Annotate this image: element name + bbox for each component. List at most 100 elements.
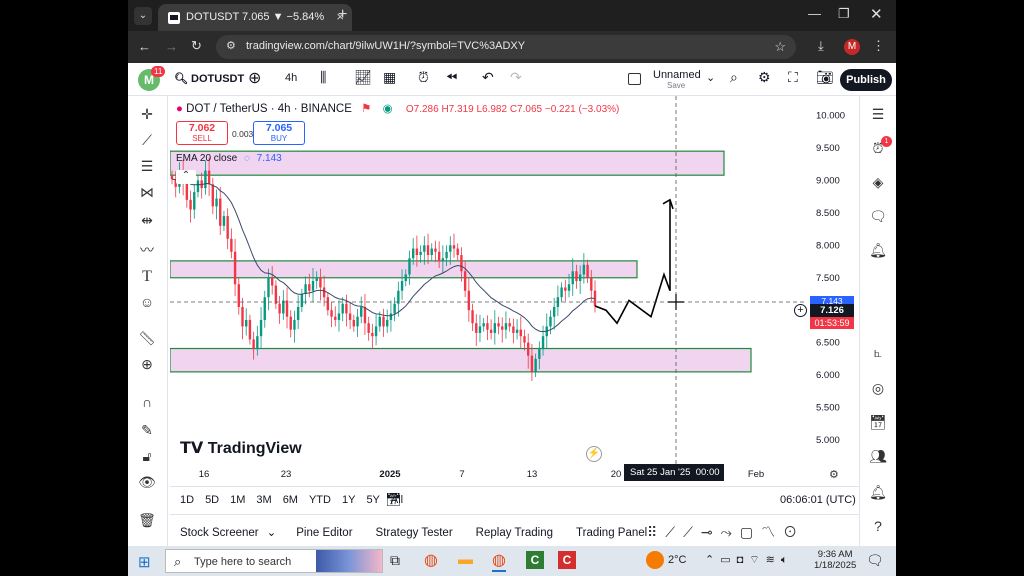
layout-dropdown-icon[interactable]: ⌄: [706, 71, 715, 84]
network-icon[interactable]: ⌔: [749, 554, 765, 566]
bell-icon[interactable]: 🔔︎: [867, 484, 889, 504]
stay-in-drawing-mode-icon[interactable]: ✎: [136, 422, 158, 442]
quick-search-icon[interactable]: ⌕: [730, 69, 738, 86]
panel-tab-stock-screener[interactable]: Stock Screener: [180, 527, 259, 539]
horizontal-line-icon[interactable]: ⊸: [701, 524, 721, 540]
new-tab-icon[interactable]: +: [338, 6, 347, 24]
ray-tool-icon[interactable]: ⟋: [683, 524, 701, 540]
chrome-active-taskbar-icon[interactable]: ◍: [492, 550, 506, 572]
calendar-icon[interactable]: 📅︎: [867, 414, 889, 434]
profile-avatar[interactable]: M: [844, 39, 860, 55]
windows-start-icon[interactable]: ⊞: [138, 553, 151, 571]
range-button-1y[interactable]: 1Y: [342, 494, 355, 506]
taskbar-clock[interactable]: 9:36 AM 1/18/2025: [814, 549, 856, 571]
address-bar[interactable]: ⚙ tradingview.com/chart/9ilwUW1H/?symbol…: [216, 35, 796, 59]
utc-clock[interactable]: 06:06:01 (UTC): [780, 494, 856, 506]
snapshot-camera-icon[interactable]: 📷︎: [816, 69, 834, 86]
download-icon[interactable]: ⤓: [818, 38, 824, 54]
fullscreen-icon[interactable]: ⛶: [788, 69, 798, 86]
forward-icon[interactable]: →: [165, 39, 178, 54]
camtasia-green-icon[interactable]: C: [526, 551, 544, 569]
browser-tab[interactable]: DOTUSDT 7.065 ▼ −5.84% Unn ×: [158, 4, 352, 31]
prediction-tool-icon[interactable]: ⇹: [136, 212, 158, 232]
volume-icon[interactable]: 🔈︎: [781, 554, 794, 566]
panel-tab-trading-panel[interactable]: Trading Panel: [576, 527, 647, 539]
chart-pane[interactable]: 10.0009.5009.0008.5008.0007.5007.0006.50…: [170, 96, 859, 486]
symbol-search-button[interactable]: 🔍︎ DOTUSDT: [174, 72, 244, 85]
chart-settings-gear-icon[interactable]: ⚙: [829, 468, 839, 481]
reload-icon[interactable]: ↻: [191, 38, 202, 54]
hide-drawings-eye-icon[interactable]: 👁︎: [136, 474, 158, 494]
path-tool-icon[interactable]: ⤳: [721, 524, 740, 540]
range-button-1m[interactable]: 1M: [230, 494, 245, 506]
window-close-icon[interactable]: ✕: [870, 5, 883, 23]
range-button-1d[interactable]: 1D: [180, 494, 194, 506]
zoom-in-icon[interactable]: ⊕: [136, 356, 158, 376]
minimize-icon[interactable]: —: [808, 6, 821, 21]
task-view-icon[interactable]: ⧉: [390, 552, 400, 569]
trend-line-icon[interactable]: ⟋: [136, 132, 158, 152]
collapse-legend-chevron-up-icon[interactable]: ⌃: [176, 170, 196, 184]
ruler-icon[interactable]: 📏︎: [136, 330, 158, 350]
polyline-tool-icon[interactable]: 〽: [761, 524, 783, 540]
brush-tool-icon[interactable]: 〰: [136, 240, 158, 260]
action-center-icon[interactable]: 🗨︎: [866, 552, 884, 569]
layout-name-button[interactable]: Unnamed Save: [653, 69, 701, 90]
range-button-5d[interactable]: 5D: [205, 494, 219, 506]
bookmark-star-icon[interactable]: ☆: [774, 39, 786, 55]
camtasia-red-icon[interactable]: C: [558, 551, 576, 569]
lightning-icon[interactable]: ⚡: [586, 446, 602, 462]
tray-chevron-up-icon[interactable]: ⌃: [705, 554, 720, 566]
chrome-taskbar-icon[interactable]: ◍: [424, 550, 438, 570]
compare-symbol-icon[interactable]: ⊕: [248, 68, 261, 88]
notifications-bell-icon[interactable]: 🔔︎: [867, 242, 889, 262]
wifi-icon[interactable]: ≋: [766, 554, 781, 566]
templates-icon[interactable]: ▦: [383, 69, 396, 86]
replay-icon[interactable]: ⏪︎: [446, 69, 457, 86]
drag-handle-icon[interactable]: ⠿: [647, 524, 665, 540]
panel-tab-pine-editor[interactable]: Pine Editor: [296, 527, 352, 539]
alert-icon[interactable]: ⏰︎: [418, 69, 429, 86]
indicator-legend[interactable]: EMA 20 close ◌ 7.143: [176, 153, 282, 164]
redo-icon[interactable]: ↷: [510, 69, 522, 86]
text-tool-icon[interactable]: T: [136, 268, 158, 288]
indicators-icon[interactable]: 📈︎: [354, 69, 372, 86]
maximize-icon[interactable]: ❐: [838, 6, 850, 22]
publish-button[interactable]: Publish: [840, 69, 892, 91]
taskbar-search-box[interactable]: ⌕ Type here to search: [165, 549, 383, 573]
battery-icon[interactable]: ▭: [720, 554, 736, 566]
rectangle-tool-icon[interactable]: ▢: [740, 524, 761, 540]
remove-drawings-trash-icon[interactable]: 🗑︎: [136, 512, 158, 532]
back-icon[interactable]: ←: [138, 39, 151, 54]
symbol-legend[interactable]: ● DOT / TetherUS · 4h · BINANCE ⚑ ◉ O7.2…: [176, 101, 619, 115]
interval-button[interactable]: 4h: [285, 72, 297, 84]
help-icon[interactable]: ?: [867, 518, 889, 538]
undo-icon[interactable]: ↶: [482, 69, 494, 86]
range-button-6m[interactable]: 6M: [283, 494, 298, 506]
community-icon[interactable]: 👥︎: [867, 448, 889, 468]
panel-tab-replay-trading[interactable]: Replay Trading: [476, 527, 553, 539]
date-range-calendar-icon[interactable]: 📅︎: [385, 492, 402, 508]
pattern-icon[interactable]: ⦜: [867, 344, 889, 364]
range-button-3m[interactable]: 3M: [256, 494, 271, 506]
settings-gear-icon[interactable]: ⚙: [758, 69, 771, 86]
magnet-icon[interactable]: ∩: [136, 394, 158, 414]
layout-checkbox-icon[interactable]: [628, 73, 641, 85]
target-icon[interactable]: ◎: [867, 380, 889, 400]
layers-icon[interactable]: ◈: [867, 174, 889, 194]
pattern-tool-icon[interactable]: ⋈: [136, 184, 158, 204]
buy-button[interactable]: 7.065 BUY: [253, 121, 305, 145]
browser-menu-icon[interactable]: ⋮: [872, 38, 885, 54]
candle-type-icon[interactable]: ⫼: [320, 69, 326, 86]
panel-tab-strategy-tester[interactable]: Strategy Tester: [376, 527, 453, 539]
lock-drawings-icon[interactable]: 🔓︎: [136, 448, 158, 468]
weather-icon[interactable]: [646, 551, 664, 569]
range-button-ytd[interactable]: YTD: [309, 494, 331, 506]
temperature[interactable]: 2°C: [668, 554, 686, 566]
flag-icon[interactable]: ⚑: [361, 103, 371, 115]
site-info-icon[interactable]: ⚙: [226, 39, 236, 52]
watchlist-icon[interactable]: ☰: [867, 106, 889, 126]
fib-retracement-icon[interactable]: ☰: [136, 158, 158, 178]
tab-search-icon[interactable]: ⌄: [134, 7, 152, 25]
crosshair-icon[interactable]: ✛: [136, 106, 158, 126]
